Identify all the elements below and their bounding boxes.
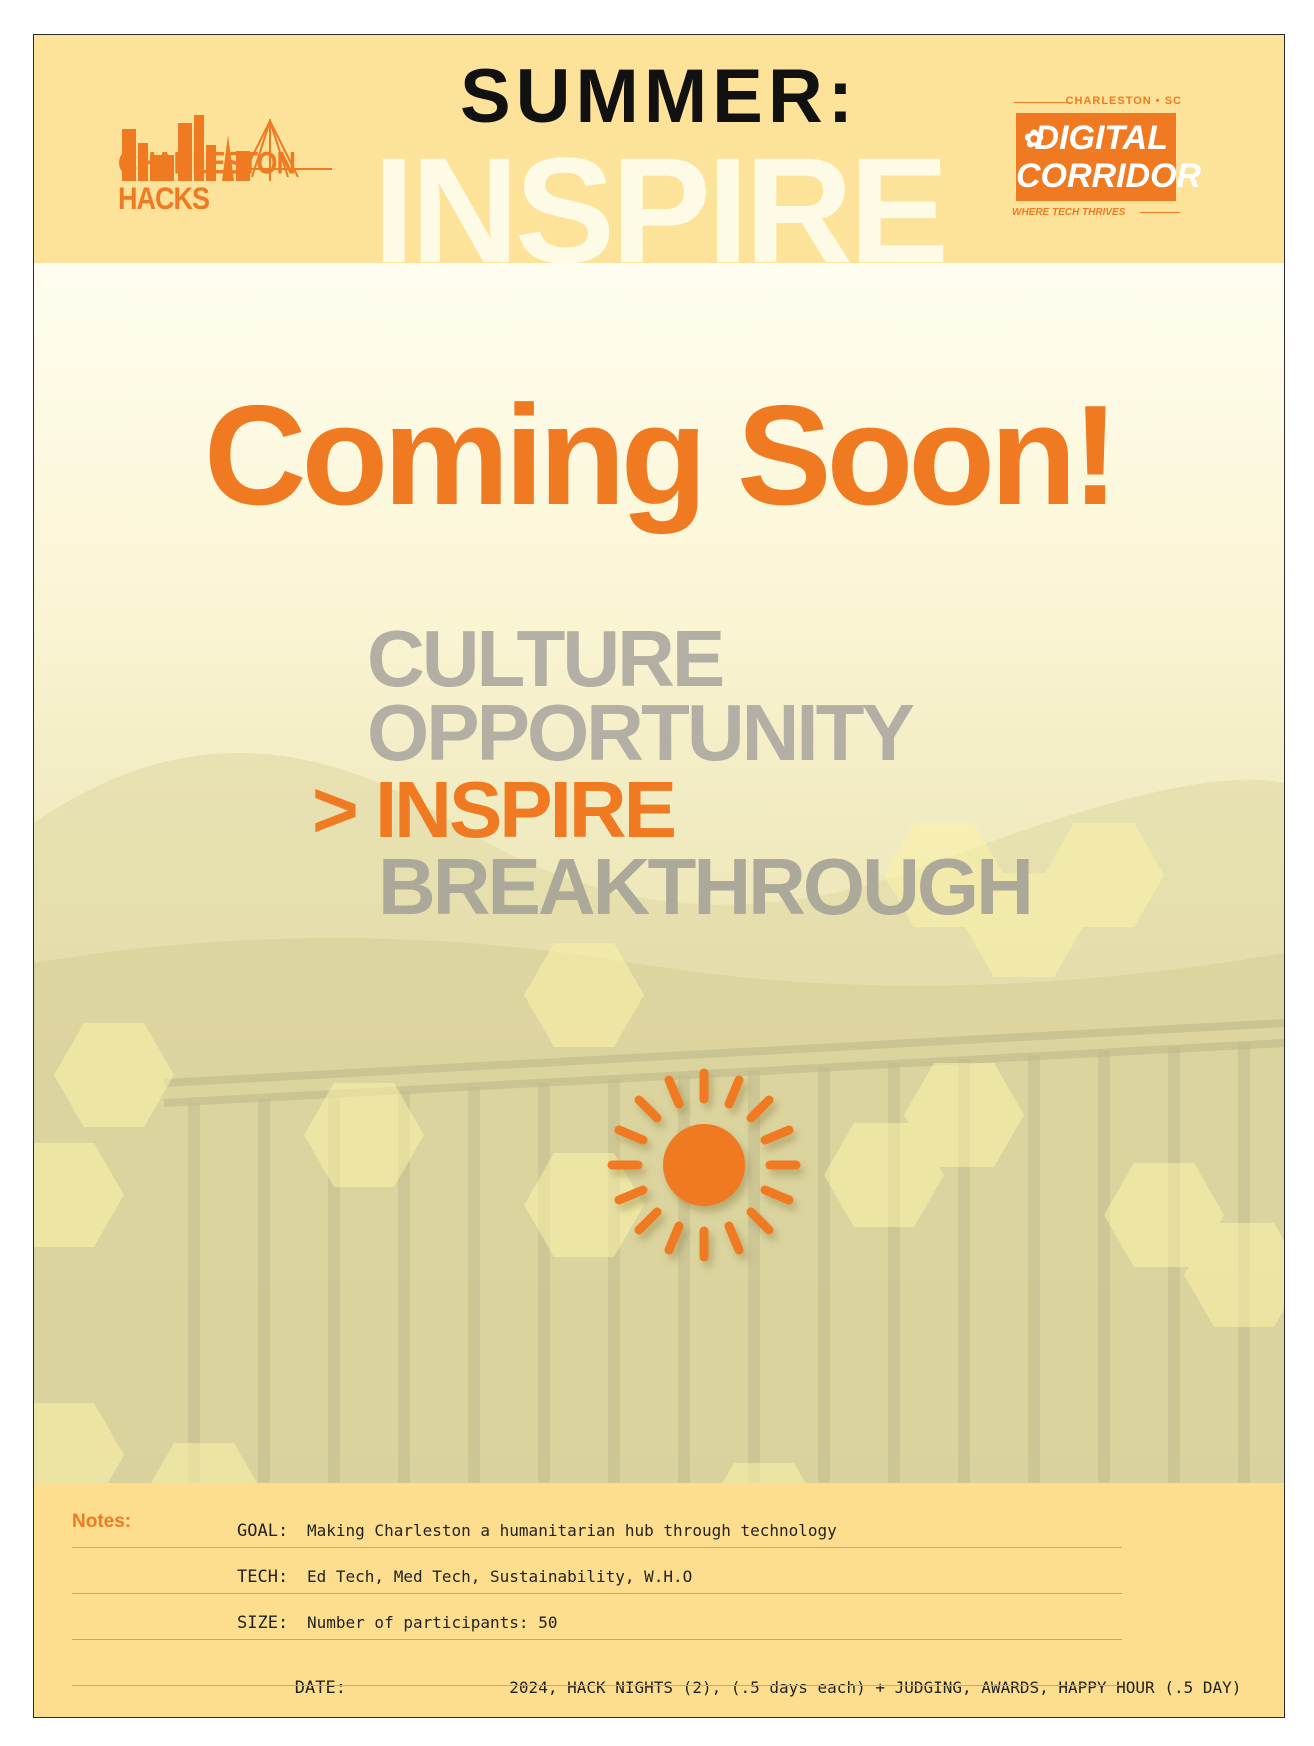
note-divider (72, 1593, 1122, 1594)
note-size-key: SIZE: (237, 1613, 289, 1633)
word-breakthrough: BREAKTHROUGH (378, 842, 1034, 931)
note-date-value: 2024, HACK NIGHTS (2), (.5 days each) + … (364, 1678, 1242, 1697)
note-goal: GOAL: Making Charleston a humanitarian hu… (237, 1521, 837, 1541)
note-goal-value: Making Charleston a humanitarian hub thr… (307, 1521, 837, 1540)
word-culture: CULTURE (367, 614, 725, 703)
note-size: SIZE: Number of participants: 50 (237, 1613, 557, 1633)
charleston-hacks-wordmark: CHARLESTON HACKS (118, 145, 296, 216)
logo-box: ✿ DIGITAL CORRIDOR (1016, 113, 1202, 201)
digital-corridor-logo: CHARLESTON • SC ✿ DIGITAL CORRIDOR WHERE… (1004, 95, 1202, 225)
note-goal-key: GOAL: (237, 1521, 289, 1541)
logo-tagline: WHERE TECH THRIVES (1012, 207, 1126, 218)
note-date-key: DATE: (294, 1678, 346, 1698)
charleston-hacks-logo: CHARLESTON HACKS (118, 115, 358, 225)
note-divider (72, 1639, 1122, 1640)
note-size-value: Number of participants: 50 (307, 1613, 558, 1632)
logo-location: CHARLESTON • SC (1065, 95, 1182, 107)
notes-panel: Notes: GOAL: Making Charleston a humanita… (34, 1483, 1284, 1717)
poster-page: SUMMER: INSPIRE CHARLESTON HACKS CHARLES… (33, 34, 1285, 1718)
note-tech-value: Ed Tech, Med Tech, Sustainability, W.H.O (307, 1567, 693, 1586)
note-tech: TECH: Ed Tech, Med Tech, Sustainability, … (237, 1567, 692, 1587)
logo-rule (1014, 102, 1070, 103)
notes-label: Notes: (72, 1511, 132, 1532)
header-band: SUMMER: INSPIRE CHARLESTON HACKS CHARLES… (34, 35, 1284, 285)
word-inspire: > INSPIRE (312, 765, 677, 854)
coming-soon-headline: Coming Soon! (203, 376, 1119, 535)
logo-rule-2 (1140, 212, 1180, 213)
note-divider (72, 1685, 1122, 1686)
word-opportunity: OPPORTUNITY (367, 688, 915, 777)
logo-line-2: CORRIDOR (1016, 157, 1202, 195)
flower-logo-icon: ✿ (1024, 126, 1045, 153)
note-date: DATE: 2024, HACK NIGHTS (2), (.5 days ea… (237, 1659, 1242, 1717)
note-tech-key: TECH: (237, 1567, 289, 1587)
note-divider (72, 1547, 1122, 1548)
sun-icon (607, 1068, 801, 1262)
